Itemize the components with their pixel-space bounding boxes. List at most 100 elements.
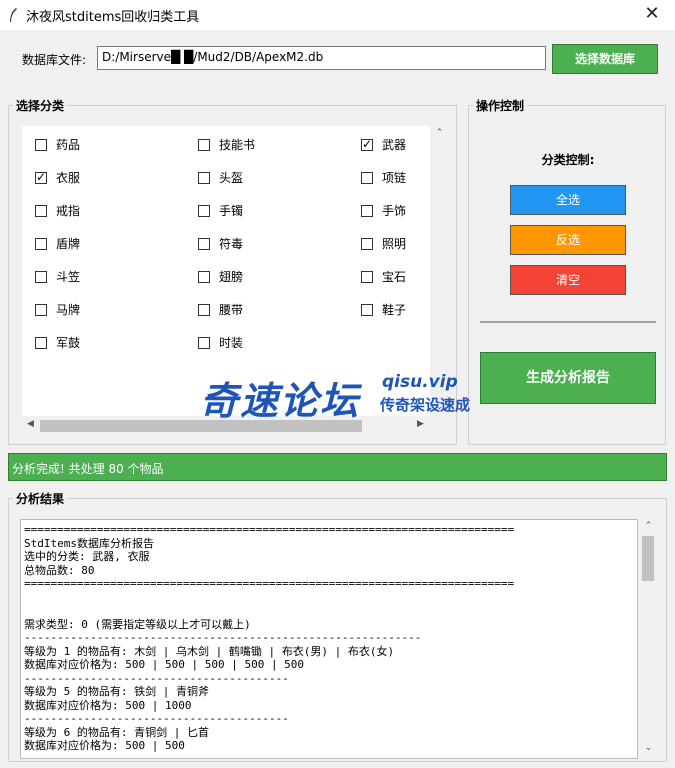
result-line: ========================================…: [24, 577, 515, 590]
checkbox-box[interactable]: [35, 336, 47, 349]
checkbox-label: 鞋子: [382, 303, 407, 317]
invert-selection-button[interactable]: 反选: [510, 225, 626, 255]
result-line: 等级为 6 的物品有: 青铜剑 | 匕首: [24, 725, 209, 739]
category-checkbox[interactable]: 药品: [35, 136, 80, 153]
results-legend: 分析结果: [13, 490, 68, 507]
operation-legend: 操作控制: [473, 97, 528, 114]
checkbox-label: 衣服: [56, 171, 81, 185]
scroll-up-icon[interactable]: ⌃: [432, 128, 447, 138]
category-checkbox[interactable]: 手饰: [361, 202, 406, 219]
category-checkbox[interactable]: 斗笠: [35, 268, 80, 285]
category-checkbox[interactable]: 武器: [361, 136, 406, 153]
checkbox-box[interactable]: [198, 138, 210, 151]
checkbox-box[interactable]: [361, 237, 373, 250]
checkbox-box[interactable]: [361, 270, 373, 283]
checkbox-box[interactable]: [198, 204, 210, 217]
category-checkbox[interactable]: 翅膀: [198, 268, 243, 285]
checkbox-box[interactable]: [35, 237, 47, 250]
checkbox-label: 时装: [219, 336, 244, 350]
checkbox-label: 照明: [382, 237, 407, 251]
result-line: ========================================…: [24, 523, 515, 536]
checkbox-label: 头盔: [219, 171, 244, 185]
category-checkbox[interactable]: 照明: [361, 235, 406, 252]
checkbox-box[interactable]: [35, 138, 47, 151]
category-checkbox[interactable]: 宝石: [361, 268, 406, 285]
category-checkbox[interactable]: 符毒: [198, 235, 243, 252]
results-group: 分析结果 ===================================…: [8, 490, 667, 762]
result-line: 选中的分类: 武器, 衣服: [24, 550, 150, 563]
checkbox-box[interactable]: [198, 171, 210, 184]
category-checkbox[interactable]: 时装: [198, 334, 243, 351]
select-database-button[interactable]: 选择数据库: [552, 44, 658, 74]
category-checkbox[interactable]: 手镯: [198, 202, 243, 219]
watermark-main-text: 奇速论坛: [200, 379, 361, 423]
checkbox-label: 手饰: [382, 204, 407, 218]
result-line: 总物品数: 80: [24, 563, 95, 577]
result-line: [24, 591, 634, 605]
checkbox-label: 武器: [382, 138, 407, 152]
generate-report-button[interactable]: 生成分析报告: [480, 352, 656, 404]
checkbox-label: 符毒: [219, 237, 244, 251]
checkbox-label: 项链: [382, 171, 407, 185]
checkbox-label: 马牌: [56, 303, 81, 317]
checkbox-label: 斗笠: [56, 270, 81, 284]
database-label: 数据库文件:: [22, 53, 87, 67]
result-line: [24, 604, 634, 618]
checkbox-box[interactable]: [35, 303, 47, 316]
checkbox-box[interactable]: [361, 303, 373, 316]
checkbox-box[interactable]: [198, 336, 210, 349]
select-all-button[interactable]: 全选: [510, 185, 626, 215]
watermark-subtitle: 传奇架设速成: [380, 396, 471, 414]
checkbox-box[interactable]: [361, 171, 373, 184]
checkbox-box[interactable]: [361, 137, 373, 151]
category-checkbox[interactable]: 鞋子: [361, 301, 406, 318]
result-line: ----------------------------------------: [24, 712, 289, 725]
checkbox-box[interactable]: [361, 204, 373, 217]
scroll-left-icon[interactable]: ◀: [23, 419, 38, 429]
title-bar: 沐夜风stditems回收归类工具 ✕: [0, 0, 675, 30]
category-checkbox[interactable]: 头盔: [198, 169, 243, 186]
feather-icon: [10, 8, 17, 22]
category-checkbox[interactable]: 马牌: [35, 301, 80, 318]
checkbox-label: 军鼓: [56, 336, 81, 350]
close-icon: ✕: [644, 3, 660, 24]
result-line: 需求类型: 0 (需要指定等级以上才可以戴上): [24, 617, 251, 631]
results-textbox[interactable]: ========================================…: [20, 519, 638, 759]
category-checkbox[interactable]: 戒指: [35, 202, 80, 219]
checkbox-box[interactable]: [198, 237, 210, 250]
status-bar: 分析完成! 共处理 80 个物品: [8, 453, 667, 481]
checkbox-label: 翅膀: [219, 270, 244, 284]
checkbox-label: 盾牌: [56, 237, 81, 251]
result-line: ----------------------------------------: [24, 671, 289, 685]
checkbox-label: 戒指: [56, 204, 81, 218]
result-line: ----------------------------------------…: [24, 631, 422, 644]
category-checkbox[interactable]: 项链: [361, 169, 406, 186]
category-checkbox[interactable]: 军鼓: [35, 334, 80, 351]
scroll-down-icon[interactable]: ⌄: [641, 743, 656, 753]
clear-button[interactable]: 清空: [510, 265, 626, 295]
checkbox-box[interactable]: [198, 303, 210, 316]
result-line: 数据库对应价格为: 500 | 500: [24, 739, 185, 752]
checkbox-box[interactable]: [35, 270, 47, 283]
result-line: 等级为 5 的物品有: 铁剑 | 青铜斧: [24, 685, 209, 698]
category-checkbox[interactable]: 盾牌: [35, 235, 80, 252]
vertical-scroll-thumb[interactable]: [642, 536, 654, 581]
checkbox-label: 药品: [56, 138, 81, 152]
scroll-right-icon[interactable]: ▶: [413, 419, 428, 429]
result-line: 等级为 1 的物品有: 木剑 | 乌木剑 | 鹤嘴锄 | 布衣(男) | 布衣(…: [24, 644, 395, 658]
result-line: 数据库对应价格为: 500 | 1000: [24, 698, 192, 712]
close-button[interactable]: ✕: [629, 0, 675, 30]
results-vertical-scrollbar[interactable]: ⌃ ⌄: [639, 519, 657, 759]
category-control-label: 分类控制:: [541, 153, 595, 167]
category-checkbox[interactable]: 衣服: [35, 169, 80, 186]
checkbox-box[interactable]: [35, 170, 47, 184]
category-checkbox[interactable]: 技能书: [198, 136, 255, 153]
category-checkbox[interactable]: 腰带: [198, 301, 243, 318]
scroll-up-icon[interactable]: ⌃: [641, 521, 656, 531]
checkbox-box[interactable]: [35, 204, 47, 217]
watermark-url: qisu.vip: [382, 372, 458, 392]
database-path-field[interactable]: D:/Mirserve█ █/Mud2/DB/ApexM2.db: [97, 46, 546, 70]
separator: [480, 321, 656, 323]
checkbox-box[interactable]: [198, 270, 210, 283]
window-title: 沐夜风stditems回收归类工具: [26, 10, 200, 25]
